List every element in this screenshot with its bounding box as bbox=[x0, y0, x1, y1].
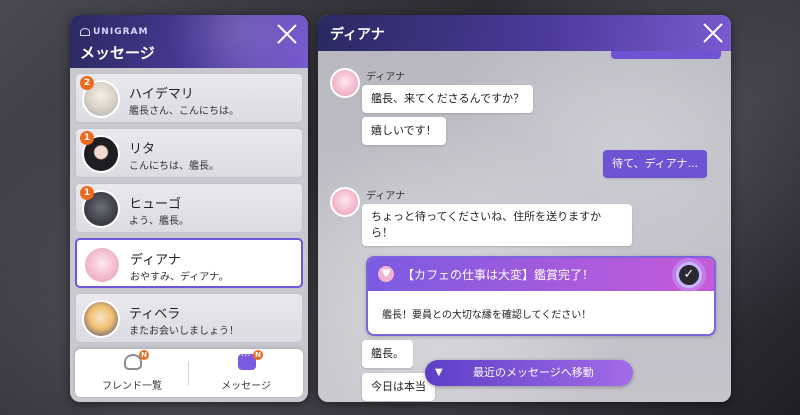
chat-bubble: 艦長。 bbox=[362, 340, 413, 368]
brand-label: UNIGRAM bbox=[93, 27, 149, 37]
left-header: UNIGRAM メッセージ bbox=[70, 15, 308, 68]
tab-messages[interactable]: N メッセージ bbox=[189, 349, 303, 397]
notice-header: ♥ 【カフェの仕事は大変】鑑賞完了！ ✓ bbox=[368, 258, 714, 291]
contact-last-message: おやすみ、ディアナ。 bbox=[130, 272, 229, 283]
contact-name: リタ bbox=[129, 142, 156, 157]
heart-icon: ♥ bbox=[378, 266, 394, 282]
chat-bubble: 嬉しいです！ bbox=[362, 117, 446, 145]
contact-name: ハイデマリ bbox=[129, 87, 194, 102]
contact-name: ティベラ bbox=[129, 307, 181, 322]
notice-title: 【カフェの仕事は大変】鑑賞完了！ bbox=[402, 268, 595, 282]
contact-last-message: こんにちは、艦長。 bbox=[129, 161, 219, 172]
chevron-down-icon: ▼ bbox=[435, 367, 443, 378]
close-icon[interactable] bbox=[702, 22, 724, 44]
chat-bubble: 艦長、来てくださるんですか？ bbox=[362, 85, 534, 113]
sender-avatar bbox=[330, 187, 360, 217]
contact-name: ヒューゴ bbox=[129, 197, 182, 212]
chat-bubble: 今日は本当 bbox=[362, 373, 435, 401]
message-list-panel: UNIGRAM メッセージ 2 ハイデマリ 艦長さん、こんにちは。 1 リタ こ… bbox=[70, 15, 308, 402]
contact-item-tibella[interactable]: ティベラ またお会いしましょう！ bbox=[75, 293, 303, 343]
previous-bubble-edge bbox=[611, 51, 721, 59]
contact-last-message: またお会いしましょう！ bbox=[129, 326, 239, 337]
contact-last-message: 艦長さん、こんにちは。 bbox=[129, 106, 239, 117]
tab-label: フレンド一覧 bbox=[102, 381, 162, 392]
notice-body: 艦長！要員との大切な縁を確認してください！ bbox=[382, 310, 592, 321]
avatar bbox=[83, 246, 121, 284]
chat-panel: ディアナ ディアナ 艦長、来てくださるんですか？ 嬉しいです！ 待て、ディアナ.… bbox=[318, 15, 731, 402]
new-badge: N bbox=[253, 350, 263, 360]
unread-badge: 1 bbox=[80, 186, 94, 200]
unread-badge: 1 bbox=[80, 131, 94, 145]
tab-friends[interactable]: N フレンド一覧 bbox=[75, 349, 189, 397]
contact-item-rita[interactable]: 1 リタ こんにちは、艦長。 bbox=[75, 128, 303, 178]
chat-bubble-line: ら！ bbox=[371, 226, 393, 239]
bottom-nav: N フレンド一覧 N メッセージ bbox=[75, 349, 303, 397]
contact-item-diana[interactable]: ディアナ おやすみ、ディアナ。 bbox=[75, 238, 303, 288]
close-icon[interactable] bbox=[276, 23, 298, 45]
brand-icon bbox=[80, 27, 90, 36]
check-icon: ✓ bbox=[676, 262, 702, 288]
new-badge: N bbox=[139, 350, 149, 360]
sender-avatar bbox=[330, 68, 360, 98]
chat-title: ディアナ bbox=[330, 27, 385, 43]
tab-label: メッセージ bbox=[221, 381, 271, 392]
avatar bbox=[82, 300, 120, 338]
chat-bubble: ちょっと待ってくださいね、住所を送りますか ら！ bbox=[362, 204, 632, 246]
sender-name: ディアナ bbox=[366, 191, 406, 202]
contact-item-heidemari[interactable]: 2 ハイデマリ 艦長さん、こんにちは。 bbox=[75, 73, 303, 123]
contact-item-hugo[interactable]: 1 ヒューゴ よう、艦長。 bbox=[75, 183, 303, 233]
chat-bubble-mine: 待て、ディアナ... bbox=[603, 150, 707, 178]
unread-badge: 2 bbox=[80, 76, 94, 90]
chat-bubble-line: ちょっと待ってくださいね、住所を送りますか bbox=[371, 210, 602, 223]
achievement-notice[interactable]: ♥ 【カフェの仕事は大変】鑑賞完了！ ✓ 艦長！要員との大切な縁を確認してくださ… bbox=[366, 256, 716, 336]
chat-header: ディアナ bbox=[318, 15, 731, 51]
contact-last-message: よう、艦長。 bbox=[129, 216, 189, 227]
jump-to-latest-button[interactable]: ▼ 最近のメッセージへ移動 bbox=[425, 360, 633, 386]
contact-name: ディアナ bbox=[130, 253, 181, 268]
jump-label: 最近のメッセージへ移動 bbox=[473, 366, 594, 379]
contact-list: 2 ハイデマリ 艦長さん、こんにちは。 1 リタ こんにちは、艦長。 1 ヒュー… bbox=[75, 73, 303, 348]
brand-logo: UNIGRAM bbox=[80, 27, 148, 37]
sender-name: ディアナ bbox=[366, 72, 406, 83]
panel-title: メッセージ bbox=[80, 44, 155, 62]
